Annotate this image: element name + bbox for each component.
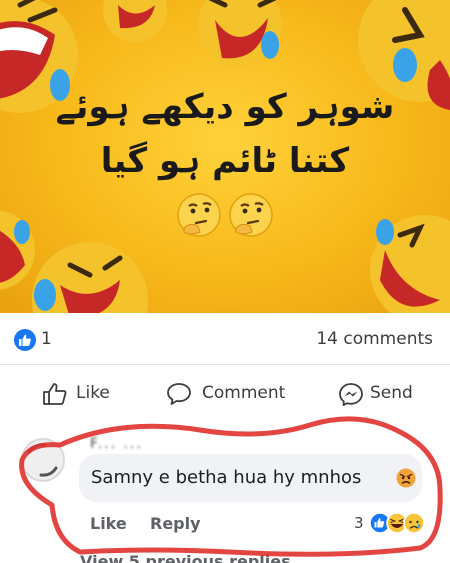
comments-count[interactable]: 14 comments: [316, 329, 433, 349]
meme-caption-line-2: کتنا ٹائم ہو گیا: [100, 141, 350, 181]
thinking-face-icon: [228, 193, 273, 237]
comment-button[interactable]: Comment: [166, 382, 296, 406]
laughing-face-icon: [198, 0, 282, 67]
comment-bubble: Samny e betha hua hy mnhos: [79, 454, 422, 502]
send-button-label: Send: [370, 383, 413, 403]
post-action-bar: Like Comment Send: [0, 366, 450, 418]
laughing-face-icon: [32, 242, 148, 313]
comment-reply-button[interactable]: Reply: [150, 514, 201, 533]
angry-face-icon: [396, 468, 416, 488]
comment-reactions[interactable]: [369, 512, 425, 534]
comment-text: Samny e betha hua hy mnhos: [91, 467, 362, 488]
comment-reaction-count[interactable]: 3: [354, 514, 364, 532]
reaction-count[interactable]: 1: [41, 329, 52, 349]
meme-caption-line-1: شوہر کو دیکھے ہوئے: [55, 87, 395, 127]
user-avatar-icon: [24, 441, 62, 479]
post-image[interactable]: شوہر کو دیکھے ہوئے کتنا ٹائم ہو گیا: [0, 0, 450, 313]
comment-bubble-icon: [167, 383, 191, 405]
comment-thread: F... ... Samny e betha hua hy mnhos Like…: [0, 418, 450, 563]
send-button[interactable]: Send: [338, 382, 428, 406]
comment-like-button[interactable]: Like: [90, 514, 127, 533]
like-reaction-icon[interactable]: [14, 329, 36, 351]
comment-button-label: Comment: [202, 383, 286, 403]
thumbs-up-icon: [43, 383, 67, 405]
thinking-face-icon: [177, 193, 222, 237]
thinking-emojis: [0, 192, 450, 242]
sad-reaction-icon: [403, 512, 425, 534]
like-button[interactable]: Like: [42, 382, 122, 406]
commenter-name[interactable]: F... ...: [90, 436, 143, 452]
view-previous-replies-link[interactable]: View 5 previous replies...: [80, 552, 309, 563]
messenger-icon: [339, 383, 363, 406]
reactions-summary: 1 14 comments: [0, 313, 450, 365]
avatar[interactable]: [21, 438, 65, 482]
like-button-label: Like: [76, 383, 110, 403]
laughing-face-icon: [103, 0, 167, 42]
